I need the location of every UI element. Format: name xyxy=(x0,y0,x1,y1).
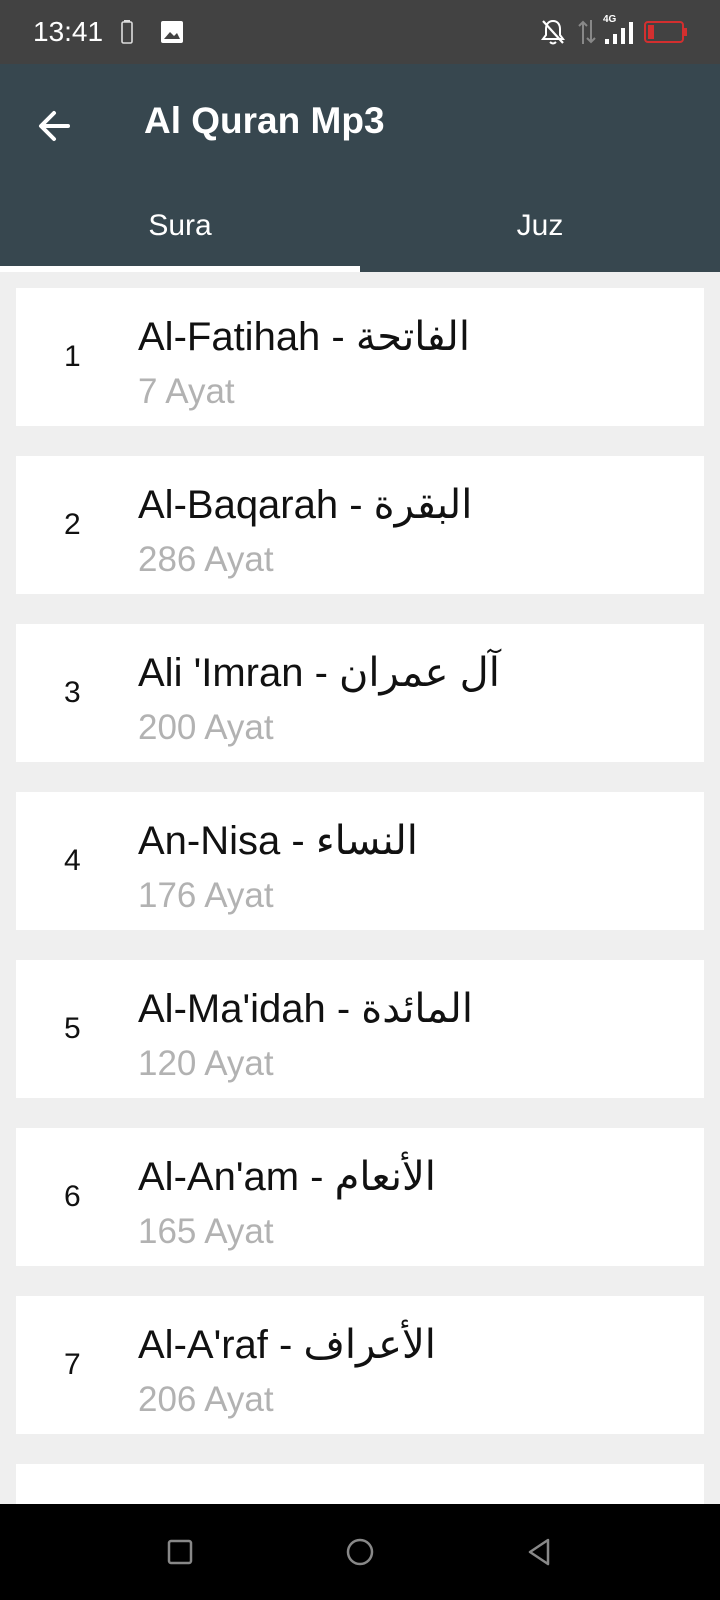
image-icon xyxy=(161,21,183,43)
back-icon[interactable] xyxy=(520,1532,560,1572)
signal-icon xyxy=(605,22,633,44)
sura-number: 5 xyxy=(64,1012,81,1045)
sura-title: Al-Fatihah - الفاتحة xyxy=(138,315,470,359)
sura-title: Al-Ma'idah - المائدة xyxy=(138,987,473,1031)
status-bar: 13:41 4G xyxy=(0,0,720,64)
battery-low-icon xyxy=(644,21,687,43)
list-item[interactable]: 3 Ali 'Imran - آل عمران 200 Ayat xyxy=(16,624,704,762)
list-item-partial[interactable] xyxy=(16,1464,704,1504)
list-item[interactable]: 6 Al-An'am - الأنعام 165 Ayat xyxy=(16,1128,704,1266)
list-item[interactable]: 7 Al-A'raf - الأعراف 206 Ayat xyxy=(16,1296,704,1434)
battery-icon xyxy=(121,20,133,44)
sura-ayat-count: 7 Ayat xyxy=(138,372,235,411)
sura-ayat-count: 120 Ayat xyxy=(138,1044,274,1083)
sura-number: 6 xyxy=(64,1180,81,1213)
sura-title: Al-A'raf - الأعراف xyxy=(138,1323,436,1367)
list-item[interactable]: 1 Al-Fatihah - الفاتحة 7 Ayat xyxy=(16,288,704,426)
recent-apps-icon[interactable] xyxy=(160,1532,200,1572)
list-item[interactable]: 5 Al-Ma'idah - المائدة 120 Ayat xyxy=(16,960,704,1098)
app-bar: Al Quran Mp3 Sura Juz xyxy=(0,64,720,272)
sura-ayat-count: 286 Ayat xyxy=(138,540,274,579)
sura-number: 2 xyxy=(64,508,81,541)
home-icon[interactable] xyxy=(340,1532,380,1572)
sura-ayat-count: 165 Ayat xyxy=(138,1212,274,1251)
navigation-bar xyxy=(0,1504,720,1600)
notifications-off-icon xyxy=(541,19,565,45)
sura-title: Al-An'am - الأنعام xyxy=(138,1155,436,1199)
sura-title: Al-Baqarah - البقرة xyxy=(138,483,473,527)
tab-juz-label: Juz xyxy=(516,209,564,242)
tab-juz[interactable]: Juz xyxy=(360,192,720,272)
sura-number: 3 xyxy=(64,676,81,709)
sura-title: Ali 'Imran - آل عمران xyxy=(138,651,500,695)
sura-number: 1 xyxy=(64,340,81,373)
sura-ayat-count: 176 Ayat xyxy=(138,876,274,915)
sura-number: 7 xyxy=(64,1348,81,1381)
back-button[interactable] xyxy=(28,98,84,154)
sura-ayat-count: 206 Ayat xyxy=(138,1380,274,1419)
list-item[interactable]: 4 An-Nisa - النساء 176 Ayat xyxy=(16,792,704,930)
sura-list[interactable]: 1 Al-Fatihah - الفاتحة 7 Ayat 2 Al-Baqar… xyxy=(0,272,720,1504)
data-transfer-icon xyxy=(578,20,596,44)
list-item[interactable]: 2 Al-Baqarah - البقرة 286 Ayat xyxy=(16,456,704,594)
page-title: Al Quran Mp3 xyxy=(144,100,385,141)
sura-number: 4 xyxy=(64,844,81,877)
sura-ayat-count: 200 Ayat xyxy=(138,708,274,747)
tab-sura-label: Sura xyxy=(148,209,212,242)
tab-sura[interactable]: Sura xyxy=(0,192,360,272)
status-time: 13:41 xyxy=(33,16,104,47)
sura-title: An-Nisa - النساء xyxy=(138,819,418,863)
